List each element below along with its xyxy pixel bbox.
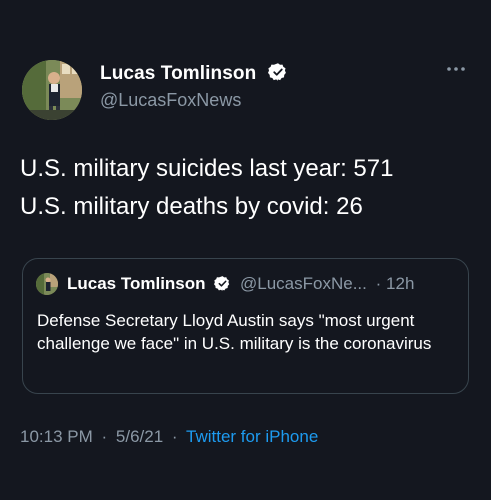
tweet-time: 10:13 PM (20, 427, 93, 446)
quoted-time-separator: · (375, 274, 382, 293)
author-name-text: Lucas Tomlinson (100, 63, 257, 84)
tweet-date: 5/6/21 (115, 427, 164, 446)
quoted-tweet-time: 12h (386, 274, 415, 293)
author-avatar[interactable] (22, 60, 82, 120)
author-name[interactable]: Lucas Tomlinson (100, 62, 288, 88)
tweet-source-link[interactable]: Twitter for iPhone (186, 427, 318, 446)
tweet-meta: 10:13 PM · 5/6/21 · Twitter for iPhone (20, 427, 318, 447)
quoted-tweet-text: Defense Secretary Lloyd Austin says "mos… (37, 311, 432, 353)
quoted-verified-badge-icon (214, 275, 231, 297)
tweet-text-line-2: U.S. military deaths by covid: 26 (20, 193, 363, 220)
quoted-author-name: Lucas Tomlinson (67, 274, 206, 293)
quoted-author-handle: @LucasFoxNe... (240, 274, 367, 293)
verified-badge-icon (267, 62, 288, 88)
quoted-tweet-header: Lucas Tomlinson @LucasFoxNe... · 12h (67, 274, 414, 297)
quoted-tweet[interactable]: Lucas Tomlinson @LucasFoxNe... · 12h Def… (22, 258, 469, 394)
author-handle[interactable]: @LucasFoxNews (100, 90, 241, 111)
quoted-author-avatar (36, 273, 58, 295)
more-options-icon[interactable] (445, 62, 467, 76)
tweet-card: Lucas Tomlinson @LucasFoxNews U.S. milit… (0, 0, 491, 500)
avatar-image (22, 60, 82, 120)
meta-separator-2: · (171, 427, 178, 446)
tweet-text-line-1: U.S. military suicides last year: 571 (20, 155, 394, 182)
meta-separator-1: · (101, 427, 108, 446)
